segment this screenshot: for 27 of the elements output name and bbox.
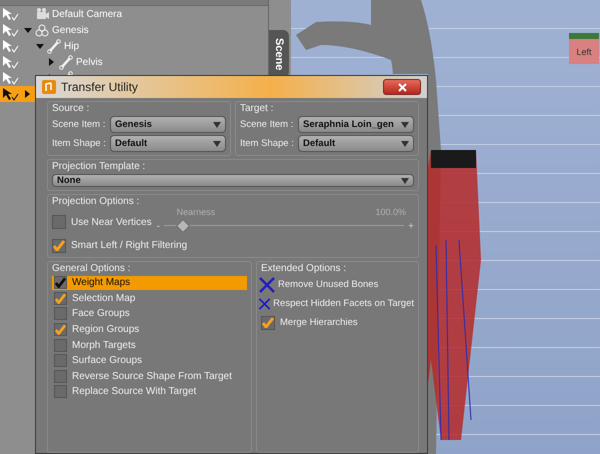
field-label: Scene Item : xyxy=(240,119,294,130)
tree-item-label: Default Camera xyxy=(52,8,122,20)
dialog-title: Transfer Utility xyxy=(61,80,139,94)
tree-item-label: Pelvis xyxy=(76,56,103,68)
option-label: Face Groups xyxy=(72,308,130,320)
option-label: Weight Maps xyxy=(72,277,130,288)
minus-label: - xyxy=(156,220,160,232)
group-heading: Source : xyxy=(52,103,90,114)
tree-item-label: Hip xyxy=(64,40,80,52)
group-heading: Target : xyxy=(240,103,274,114)
plus-label: + xyxy=(408,220,414,232)
slider-label: Nearness xyxy=(176,207,216,217)
tree-item-label: Genesis xyxy=(52,24,89,36)
slider-reading: 100.0% xyxy=(375,207,406,217)
option-label: Selection Map xyxy=(72,292,136,304)
option-label: Surface Groups xyxy=(72,355,142,366)
option-label: Morph Targets xyxy=(72,340,136,351)
group-heading: Projection Template : xyxy=(52,161,146,172)
group-heading: Extended Options : xyxy=(261,263,348,274)
option-label: Replace Source With Target xyxy=(72,386,196,398)
group-heading: Projection Options : xyxy=(52,196,140,207)
field-label: Item Shape : xyxy=(52,138,107,149)
option-label: Region Groups xyxy=(72,324,140,336)
option-label: Reverse Source Shape From Target xyxy=(72,370,232,382)
group-heading: General Options : xyxy=(52,263,132,274)
field-label: Scene Item : xyxy=(52,119,106,130)
field-label: Item Shape : xyxy=(240,138,295,149)
